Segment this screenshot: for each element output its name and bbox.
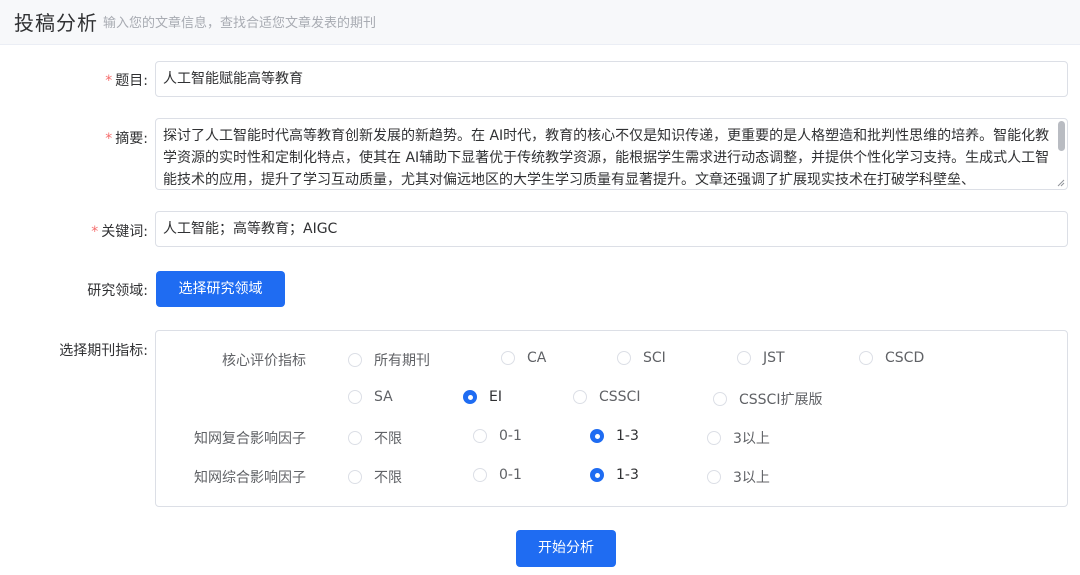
radio-circle-icon — [737, 351, 751, 365]
radio-circle-icon — [859, 351, 873, 365]
title-label: * 题目: — [105, 73, 148, 89]
composite-factor-label: 知网复合影响因子 — [194, 431, 306, 447]
abstract-textarea[interactable]: 探讨了人工智能时代高等教育创新发展的新趋势。在 AI时代，教育的核心不仅是知识传… — [155, 118, 1068, 190]
page-header: 投稿分析 输入您的文章信息，查找合适您文章发表的期刊 — [0, 0, 1080, 45]
select-field-button[interactable]: 选择研究领域 — [156, 271, 285, 307]
page-title: 投稿分析 — [14, 11, 98, 35]
radio-composite-0-1[interactable]: 0-1 — [473, 428, 522, 444]
required-mark: * — [105, 73, 113, 89]
core-indicator-label: 核心评价指标 — [222, 353, 306, 369]
keywords-label: * 关键词: — [91, 224, 148, 240]
radio-circle-icon — [707, 470, 721, 484]
radio-cscd[interactable]: CSCD — [859, 350, 924, 366]
page-subtitle: 输入您的文章信息，查找合适您文章发表的期刊 — [103, 16, 377, 31]
radio-circle-icon — [348, 353, 362, 367]
radio-checked-icon — [463, 390, 477, 404]
radio-ei[interactable]: EI — [463, 389, 502, 405]
radio-comprehensive-1-3[interactable]: 1-3 — [590, 467, 639, 483]
radio-comprehensive-0-1[interactable]: 0-1 — [473, 467, 522, 483]
abstract-text: 探讨了人工智能时代高等教育创新发展的新趋势。在 AI时代，教育的核心不仅是知识传… — [163, 128, 1050, 188]
required-mark: * — [105, 131, 113, 147]
radio-circle-icon — [707, 431, 721, 445]
radio-composite-1-3[interactable]: 1-3 — [590, 428, 639, 444]
radio-circle-icon — [348, 470, 362, 484]
radio-comprehensive-3-plus[interactable]: 3以上 — [707, 467, 770, 487]
radio-circle-icon — [348, 390, 362, 404]
radio-all-journals[interactable]: 所有期刊 — [348, 350, 430, 370]
radio-circle-icon — [573, 390, 587, 404]
radio-composite-3-plus[interactable]: 3以上 — [707, 428, 770, 448]
radio-circle-icon — [501, 351, 515, 365]
required-mark: * — [91, 224, 99, 240]
comprehensive-factor-label: 知网综合影响因子 — [194, 470, 306, 486]
indicator-label: 选择期刊指标: — [59, 343, 148, 359]
start-analysis-button[interactable]: 开始分析 — [516, 530, 616, 567]
radio-cssci-extended[interactable]: CSSCI扩展版 — [713, 389, 822, 409]
title-input[interactable]: 人工智能赋能高等教育 — [155, 61, 1068, 97]
field-label: 研究领域: — [87, 283, 148, 299]
radio-sci[interactable]: SCI — [617, 350, 666, 366]
abstract-label: * 摘要: — [105, 131, 148, 147]
radio-circle-icon — [473, 468, 487, 482]
radio-sa[interactable]: SA — [348, 389, 393, 405]
radio-cssci[interactable]: CSSCI — [573, 389, 640, 405]
radio-jst[interactable]: JST — [737, 350, 785, 366]
radio-composite-unlimited[interactable]: 不限 — [348, 428, 402, 448]
radio-circle-icon — [348, 431, 362, 445]
radio-circle-icon — [617, 351, 631, 365]
radio-checked-icon — [590, 429, 604, 443]
radio-ca[interactable]: CA — [501, 350, 546, 366]
radio-checked-icon — [590, 468, 604, 482]
radio-comprehensive-unlimited[interactable]: 不限 — [348, 467, 402, 487]
abstract-scrollbar[interactable] — [1058, 121, 1065, 151]
resize-handle-icon[interactable] — [1057, 179, 1065, 187]
keywords-input[interactable]: 人工智能；高等教育；AIGC — [155, 211, 1068, 247]
radio-circle-icon — [713, 392, 727, 406]
radio-circle-icon — [473, 429, 487, 443]
